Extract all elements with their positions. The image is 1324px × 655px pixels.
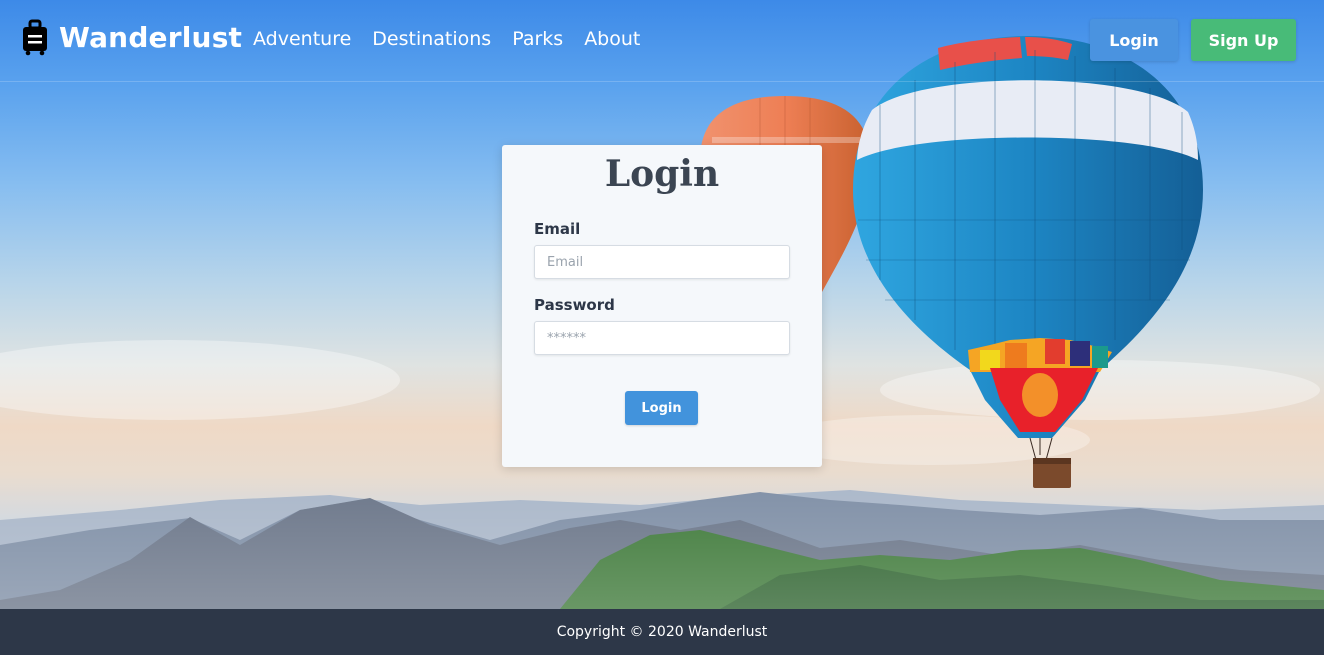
nav-link-destinations[interactable]: Destinations: [372, 28, 491, 50]
nav-link-parks[interactable]: Parks: [512, 28, 563, 50]
password-field[interactable]: [534, 321, 790, 355]
nav-link-about[interactable]: About: [584, 28, 640, 50]
footer: Copyright © 2020 Wanderlust: [0, 609, 1324, 655]
login-submit-button[interactable]: Login: [625, 391, 698, 425]
brand-name: Wanderlust: [59, 20, 243, 54]
header-signup-button[interactable]: Sign Up: [1191, 19, 1296, 61]
header-login-button[interactable]: Login: [1090, 19, 1178, 61]
login-card: Login Email Password Login: [502, 145, 822, 467]
brand[interactable]: Wanderlust: [22, 18, 242, 56]
email-field[interactable]: [534, 245, 790, 279]
footer-copyright: Copyright © 2020 Wanderlust: [556, 624, 768, 640]
nav-link-adventure[interactable]: Adventure: [253, 28, 351, 50]
email-label: Email: [534, 220, 581, 238]
nav-links: Adventure Destinations Parks About: [253, 28, 640, 50]
password-label: Password: [534, 296, 615, 314]
login-title: Login: [604, 153, 720, 195]
suitcase-icon: [22, 18, 48, 56]
top-navbar: Wanderlust Adventure Destinations Parks …: [0, 0, 1324, 82]
